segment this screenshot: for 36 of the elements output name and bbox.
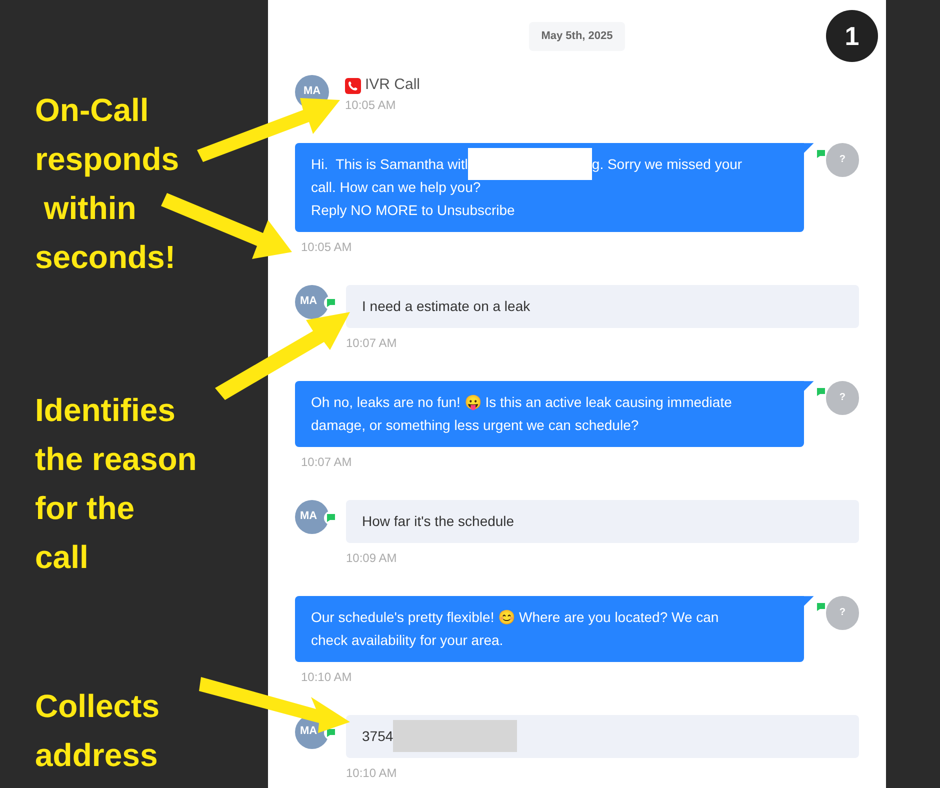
avatar: MA	[295, 500, 329, 534]
message-text: g. Sorry we missed your	[592, 154, 742, 174]
chat-icon	[326, 512, 336, 522]
call-title: IVR Call	[365, 75, 420, 96]
chat-icon	[326, 298, 336, 308]
phone-icon	[345, 78, 361, 94]
timestamp: 10:07 AM	[346, 334, 398, 350]
message-text: damage, or something less urgent we can schedule?	[311, 416, 639, 435]
avatar: MA	[295, 284, 329, 318]
chat-icon	[816, 602, 826, 612]
timestamp: 10:07 AM	[301, 454, 353, 470]
annotation-text: On-Call responds within seconds!	[35, 91, 180, 277]
message-text: How far it's the schedule	[362, 512, 514, 530]
timestamp: 10:09 AM	[346, 550, 398, 566]
message-text: I need a estimate on a leak	[362, 296, 530, 316]
timestamp: 10:05 AM	[345, 96, 397, 112]
annotation-text: Identifies the reason for the call	[35, 391, 197, 577]
message-text: check availability for your area.	[311, 630, 504, 650]
message-text: 3754	[362, 726, 394, 746]
chat-icon	[816, 386, 826, 396]
message-text: Reply NO MORE to Unsubscribe	[311, 200, 515, 220]
message-text: Hi. This is Samantha witl	[311, 154, 468, 174]
step-badge: 1	[826, 10, 878, 62]
chat-icon	[816, 148, 826, 158]
timestamp: 10:10 AM	[346, 764, 398, 780]
message-text: Oh no, leaks are no fun! 😛 Is this an active leak causing immediate	[311, 392, 732, 412]
message-text: Our schedule's pretty flexible! 😊 Where are you located? We can	[311, 608, 719, 627]
date-chip: May 5th, 2025	[529, 22, 625, 50]
chat-icon	[326, 728, 336, 738]
message-text: call. How can we help you?	[311, 178, 481, 197]
avatar: ?	[826, 596, 860, 630]
avatar: ?	[826, 142, 860, 176]
avatar: ?	[826, 380, 860, 414]
timestamp: 10:10 AM	[301, 668, 353, 684]
annotation-text: Collects address	[35, 687, 160, 775]
timestamp: 10:05 AM	[301, 238, 353, 254]
